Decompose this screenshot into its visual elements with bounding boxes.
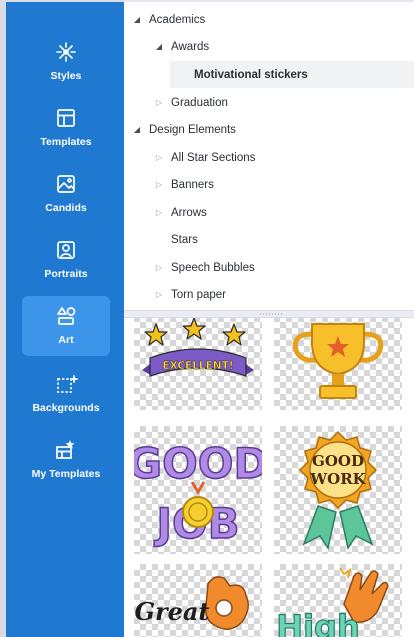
tree-item-design-elements[interactable]: ◢ Design Elements <box>124 116 414 143</box>
tree-item-torn-paper[interactable]: ▷ Torn paper <box>124 281 414 308</box>
caret-right-icon[interactable]: ▷ <box>154 153 164 162</box>
sidebar-item-candids[interactable]: Candids <box>22 164 110 224</box>
tree-item-label: Academics <box>149 13 206 26</box>
tree-item-label: Arrows <box>171 206 207 219</box>
sidebar-item-portraits[interactable]: Portraits <box>22 230 110 290</box>
tree-item-awards[interactable]: ◢ Awards <box>124 33 414 60</box>
sticker-good-job-line1: GOOD <box>134 439 262 488</box>
caret-right-icon[interactable]: ▷ <box>154 263 164 272</box>
sticker-grid: EXCELLENT! GOOD JOB GOOD <box>124 318 414 637</box>
sticker-good-job[interactable]: GOOD JOB <box>134 426 262 554</box>
tree-item-academics[interactable]: ◢ Academics <box>124 6 414 33</box>
tree-item-label: Graduation <box>171 96 228 109</box>
tree-item-label: Speech Bubbles <box>171 261 255 274</box>
art-icon <box>57 307 76 325</box>
sticker-excellent-text: EXCELLENT! <box>162 360 233 372</box>
tree-item-all-star-sections[interactable]: ▷ All Star Sections <box>124 144 414 171</box>
sidebar-item-art[interactable]: Art <box>22 296 110 356</box>
templates-icon <box>57 109 75 127</box>
caret-right-icon[interactable]: ▷ <box>154 290 164 299</box>
sticker-great[interactable]: Great <box>134 564 262 637</box>
tree-item-label: Awards <box>171 40 210 53</box>
sticker-good-work-line2: WORK <box>309 470 366 488</box>
sticker-high-text: High <box>276 608 359 637</box>
category-tree: ◢ Academics ◢ Awards Motivational sticke… <box>124 0 414 310</box>
trophy-icon <box>292 323 384 399</box>
sticker-good-work[interactable]: GOOD WORK <box>274 426 402 554</box>
sticker-excellent[interactable]: EXCELLENT! <box>134 318 262 410</box>
sticker-trophy[interactable] <box>274 318 402 410</box>
tree-item-banners[interactable]: ▷ Banners <box>124 171 414 198</box>
tree-item-stars[interactable]: Stars <box>124 226 414 253</box>
sidebar-item-label: Templates <box>40 136 92 148</box>
sidebar-item-label: Backgrounds <box>32 402 100 414</box>
grip-icon[interactable] <box>259 313 283 315</box>
caret-right-icon[interactable]: ▷ <box>154 180 164 189</box>
portraits-icon <box>57 241 75 259</box>
my-templates-icon <box>56 440 75 459</box>
caret-right-icon[interactable]: ▷ <box>154 98 164 107</box>
sidebar-item-label: Candids <box>45 202 87 214</box>
tree-item-label: Motivational stickers <box>194 68 308 81</box>
caret-right-icon[interactable]: ▷ <box>154 208 164 217</box>
tree-item-motivational-stickers[interactable]: Motivational stickers <box>170 61 414 88</box>
caret-down-icon[interactable]: ◢ <box>154 42 164 51</box>
tree-item-label: Torn paper <box>171 288 226 301</box>
sidebar-item-label: Art <box>58 334 74 346</box>
backgrounds-icon <box>57 375 78 393</box>
sidebar-item-templates[interactable]: Templates <box>22 98 110 158</box>
sticker-great-text: Great <box>134 597 209 626</box>
sidebar-item-label: Styles <box>50 70 82 82</box>
sidebar-item-label: My Templates <box>31 468 101 480</box>
tree-item-label: Banners <box>171 178 214 191</box>
panel-resize-handle[interactable] <box>124 310 414 318</box>
tree-item-arrows[interactable]: ▷ Arrows <box>124 199 414 226</box>
tree-item-label: All Star Sections <box>171 151 256 164</box>
tree-item-label: Stars <box>171 233 198 246</box>
sidebar-item-styles[interactable]: Styles <box>22 32 110 92</box>
sidebar-item-my-templates[interactable]: My Templates <box>22 430 110 490</box>
styles-icon <box>56 42 76 62</box>
caret-down-icon[interactable]: ◢ <box>132 125 142 134</box>
sidebar-item-label: Portraits <box>44 268 88 280</box>
tree-item-graduation[interactable]: ▷ Graduation <box>124 89 414 116</box>
sidebar-item-backgrounds[interactable]: Backgrounds <box>22 364 110 424</box>
candids-icon <box>57 175 75 193</box>
sidebar: Styles Templates Candids Portraits Art B… <box>0 0 124 637</box>
tree-item-speech-bubbles[interactable]: ▷ Speech Bubbles <box>124 254 414 281</box>
sticker-good-work-line1: GOOD <box>312 452 364 470</box>
tree-item-label: Design Elements <box>149 123 236 136</box>
caret-down-icon[interactable]: ◢ <box>132 15 142 24</box>
sticker-high[interactable]: High <box>274 564 402 637</box>
